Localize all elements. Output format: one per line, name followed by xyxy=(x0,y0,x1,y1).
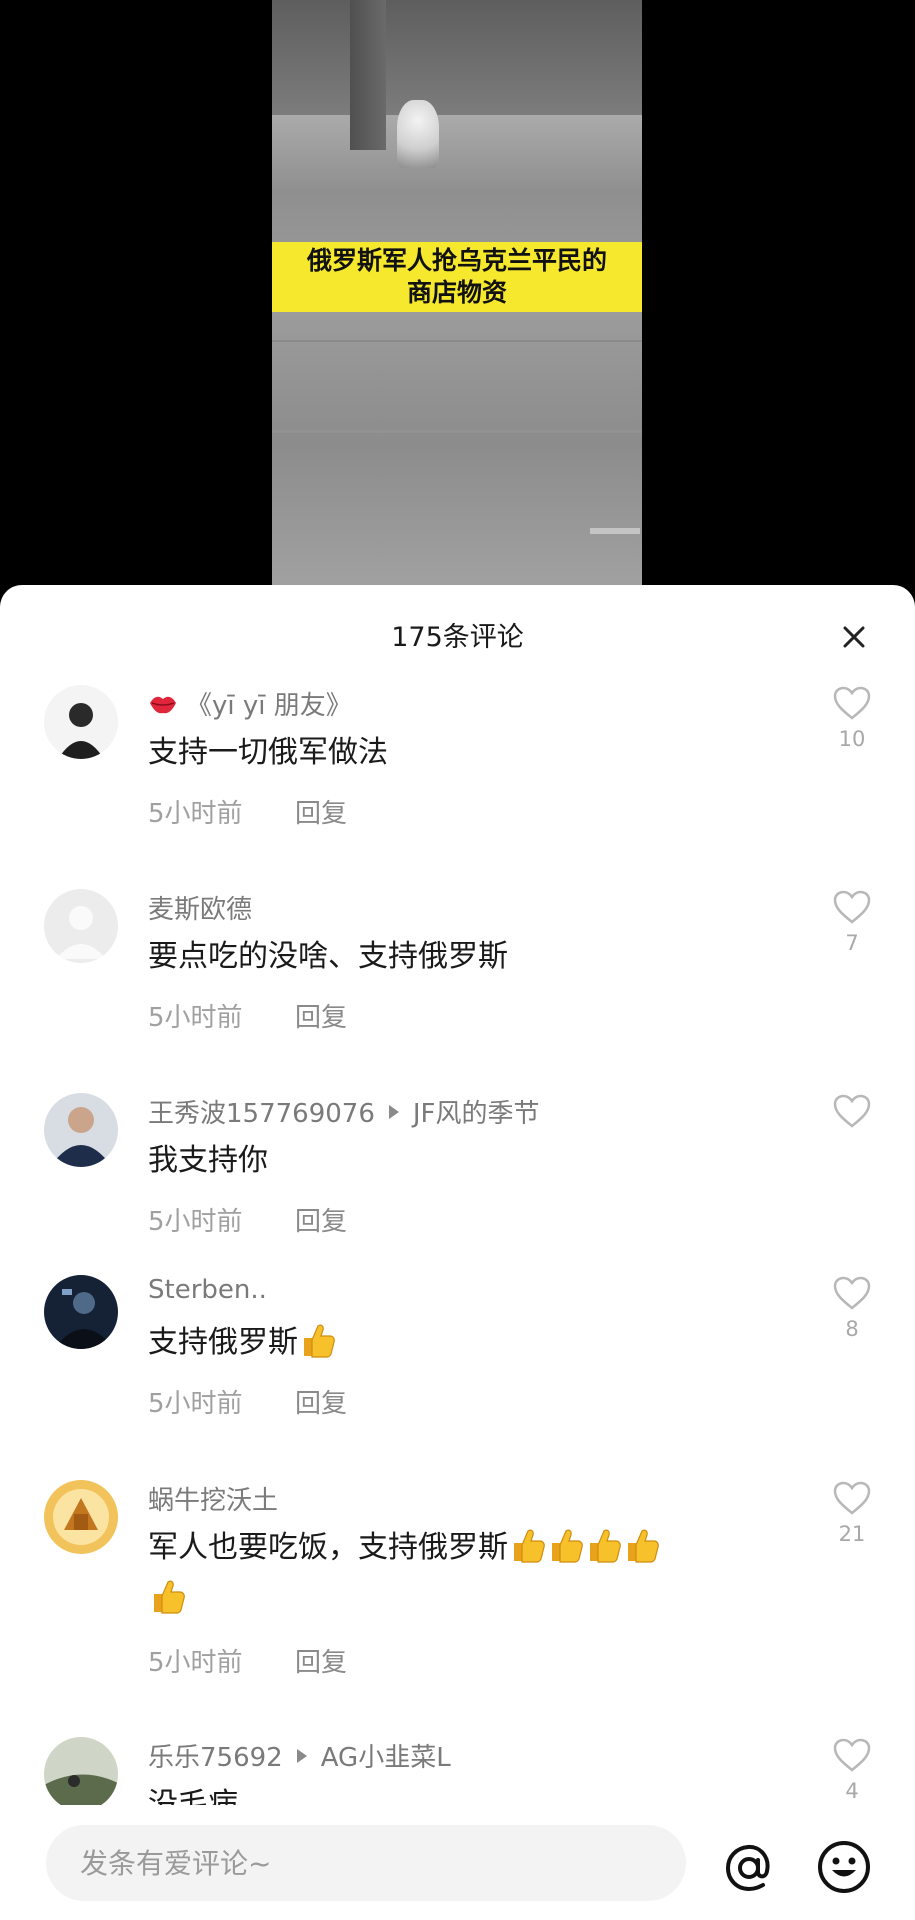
heart-icon xyxy=(833,1481,871,1515)
reply-arrow-icon xyxy=(296,1748,307,1763)
reply-button[interactable]: 回复 xyxy=(295,1201,347,1238)
heart-icon xyxy=(833,1276,871,1310)
at-icon[interactable] xyxy=(722,1841,776,1895)
like-button[interactable]: 4 xyxy=(832,1737,872,1803)
comment-username-text: 王秀波157769076 xyxy=(148,1099,375,1129)
comment-text: 我支持你 xyxy=(148,1143,268,1178)
video-road-line xyxy=(272,340,642,342)
like-count: 21 xyxy=(838,1522,866,1546)
thumbs-up-icon xyxy=(304,1324,335,1358)
like-button[interactable]: 10 xyxy=(832,685,872,751)
thumbs-up-icon xyxy=(154,1580,185,1614)
like-count: 10 xyxy=(838,727,866,751)
video-figure xyxy=(397,100,439,168)
lips-icon xyxy=(150,696,176,713)
heart-icon xyxy=(833,890,871,924)
comment-text: 军人也要吃饭，支持俄罗斯 xyxy=(148,1522,660,1566)
comment-username-text: 乐乐75692 xyxy=(148,1743,283,1773)
comment-text-body: 支持俄罗斯 xyxy=(148,1325,298,1360)
comment-text-continued xyxy=(148,1576,186,1616)
video-tree-trunk xyxy=(350,0,386,150)
comment-text: 支持俄罗斯 xyxy=(148,1317,336,1361)
avatar[interactable] xyxy=(44,1480,118,1554)
comment-input-bar xyxy=(0,1805,915,1920)
comment-text-body: 军人也要吃饭，支持俄罗斯 xyxy=(148,1530,508,1565)
like-count: 8 xyxy=(845,1317,859,1341)
close-icon[interactable] xyxy=(836,619,872,655)
avatar[interactable] xyxy=(44,889,118,963)
reply-to-username[interactable]: AG小韭菜L xyxy=(321,1737,451,1774)
thumbs-up-icon xyxy=(590,1529,621,1563)
comment-username[interactable]: 蜗牛挖沃土 xyxy=(148,1480,278,1517)
like-button[interactable]: 8 xyxy=(832,1275,872,1341)
like-count: 7 xyxy=(845,931,859,955)
video-caption: 俄罗斯军人抢乌克兰平民的 商店物资 xyxy=(272,242,642,312)
video-player[interactable]: 俄罗斯军人抢乌克兰平民的 商店物资 xyxy=(0,0,915,600)
avatar[interactable] xyxy=(44,1737,118,1811)
reply-button[interactable]: 回复 xyxy=(295,997,347,1034)
video-caption-line1: 俄罗斯军人抢乌克兰平民的 xyxy=(306,246,607,275)
comment-time: 5小时前 xyxy=(148,1207,243,1237)
thumbs-up-icon xyxy=(514,1529,545,1563)
comment-username-text: 《yī yī 朋友》 xyxy=(186,691,352,721)
comment-text: 要点吃的没啥、支持俄罗斯 xyxy=(148,939,508,974)
thumbs-up-icon xyxy=(552,1529,583,1563)
video-road-mark xyxy=(590,528,640,534)
comment-time: 5小时前 xyxy=(148,1389,243,1419)
reply-to-username[interactable]: JF风的季节 xyxy=(413,1093,540,1130)
video-road-line xyxy=(272,430,642,433)
comment-username[interactable]: 《yī yī 朋友》 xyxy=(148,685,352,722)
comment-username[interactable]: Sterben.. xyxy=(148,1275,267,1305)
reply-button[interactable]: 回复 xyxy=(295,793,347,830)
avatar[interactable] xyxy=(44,1093,118,1167)
heart-icon xyxy=(833,686,871,720)
comment-time: 5小时前 xyxy=(148,1648,243,1678)
avatar[interactable] xyxy=(44,685,118,759)
video-background xyxy=(272,0,642,115)
comment-username[interactable]: 王秀波157769076 JF风的季节 xyxy=(148,1093,540,1130)
like-button[interactable] xyxy=(832,1093,872,1135)
heart-icon xyxy=(833,1094,871,1128)
avatar[interactable] xyxy=(44,1275,118,1349)
heart-icon xyxy=(833,1738,871,1772)
reply-arrow-icon xyxy=(388,1104,399,1119)
reply-button[interactable]: 回复 xyxy=(295,1642,347,1679)
comments-header: 175条评论 xyxy=(0,585,915,685)
thumbs-up-icon xyxy=(628,1529,659,1563)
comment-username[interactable]: 乐乐75692 AG小韭菜L xyxy=(148,1737,451,1774)
like-button[interactable]: 21 xyxy=(832,1480,872,1546)
video-caption-line2: 商店物资 xyxy=(406,278,507,307)
comment-time: 5小时前 xyxy=(148,1003,243,1033)
reply-button[interactable]: 回复 xyxy=(295,1383,347,1420)
comment-time: 5小时前 xyxy=(148,799,243,829)
like-button[interactable]: 7 xyxy=(832,889,872,955)
comment-text: 支持一切俄军做法 xyxy=(148,735,388,770)
comment-input[interactable] xyxy=(46,1825,686,1901)
comments-panel: 175条评论 《yī yī 朋友》 支持一切俄军做法 5小时前 回复 10 麦斯… xyxy=(0,585,915,1920)
like-count: 4 xyxy=(845,1779,859,1803)
comment-username[interactable]: 麦斯欧德 xyxy=(148,889,252,926)
comments-count-title: 175条评论 xyxy=(391,622,524,653)
emoji-icon[interactable] xyxy=(816,1839,872,1895)
